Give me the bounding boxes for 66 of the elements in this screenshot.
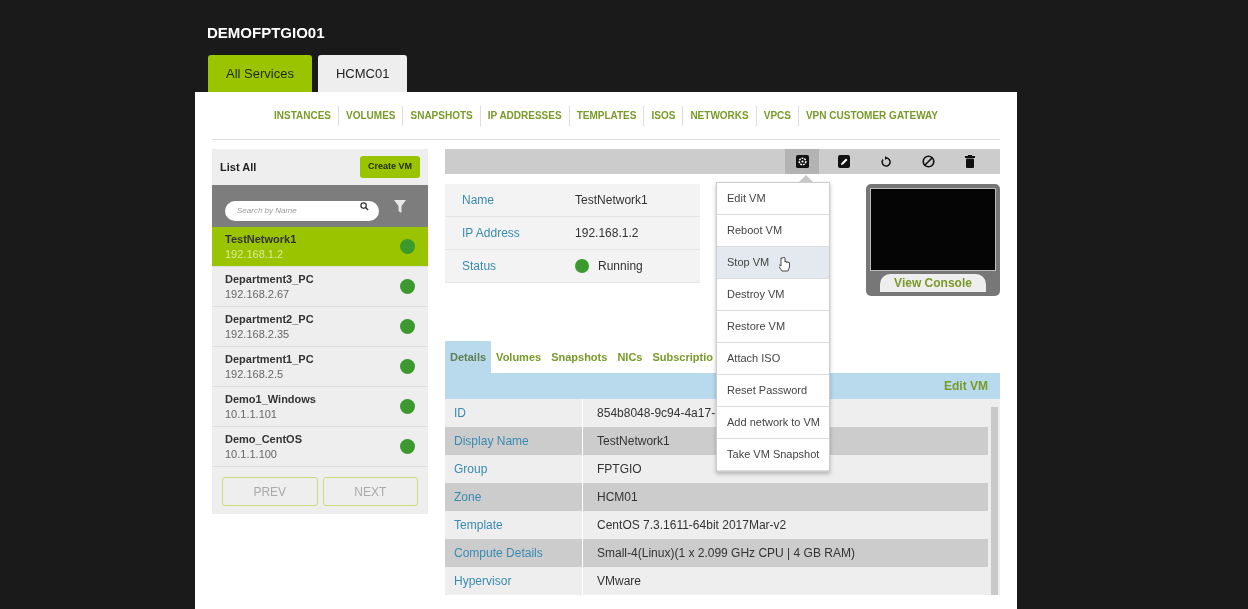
instance-ip: 192.168.2.67 [225,286,291,302]
summary-label: Name [461,192,496,209]
nav-link[interactable]: VOLUMES [339,108,403,123]
search-field[interactable]: Search by Name [225,200,379,221]
search-icon [360,201,369,211]
detail-value: CentOS 7.3.1611-64bit 2017Mar-v2 [596,517,787,534]
reboot-icon [880,155,892,168]
detail-tab[interactable]: NICs [612,341,648,373]
detail-value: 854b8048-9c94-4a17- [596,405,716,422]
menu-item[interactable]: Destroy VM [717,279,830,311]
create-vm-button[interactable]: Create VM [360,156,421,178]
settings-icon [795,155,809,168]
detail-value: HCM01 [596,489,638,506]
menu-item[interactable]: Attach ISO [717,343,830,375]
instance-name: Department3_PC [225,271,314,287]
nav-link[interactable]: VPCS [756,108,798,123]
menu-item[interactable]: Take VM Snapshot [717,439,830,471]
instance-name: Demo_CentOS [225,431,303,447]
service-tab[interactable]: HCMC01 [317,55,408,92]
account-title: DEMOFPTGIO01 [206,23,326,43]
summary-value: TestNetwork1 [575,192,648,209]
trash-icon [965,155,975,168]
nav-link[interactable]: TEMPLATES [569,108,644,123]
menu-item[interactable]: Reset Password [717,375,830,407]
filter-icon[interactable] [394,199,406,213]
service-tab[interactable]: All Services [208,55,312,92]
instance-name: TestNetwork1 [225,231,297,247]
instance-ip: 10.1.1.100 [225,446,278,462]
detail-value: Small-4(Linux)(1 x 2.099 GHz CPU | 4 GB RAM) [596,545,855,562]
nav-link[interactable]: SNAPSHOTS [403,108,480,123]
view-console-label: View Console [880,274,986,292]
menu-item[interactable]: Reboot VM [717,215,830,247]
nav-link[interactable]: INSTANCES [267,108,339,123]
detail-value: FPTGIO [596,461,642,478]
detail-tab[interactable]: Subscriptio [647,341,718,373]
detail-label: Hypervisor [445,567,584,595]
nav-link[interactable]: NETWORKS [683,108,756,123]
menu-item[interactable]: Restore VM [717,311,830,343]
instance-name: Department2_PC [225,311,314,327]
detail-tab[interactable]: Volumes [491,341,547,373]
nav-link[interactable]: VPN CUSTOMER GATEWAY [798,108,945,123]
prohibited-icon [921,155,935,168]
scrollbar[interactable] [988,399,1000,595]
summary-label: Status [461,258,498,275]
instance-item[interactable]: TestNetwork1 192.168.1.2 [212,227,429,267]
detail-value: TestNetwork1 [596,433,670,450]
detail-tab[interactable]: Snapshots [546,341,613,373]
nav-link[interactable]: IP ADDRESSES [480,108,569,123]
list-title: List All [220,159,257,175]
instance-name: Demo1_Windows [225,391,316,407]
nav-link[interactable]: ISOS [644,108,683,123]
summary-value: Running [598,258,643,275]
toolbar-button[interactable] [785,149,819,174]
edit-icon [838,155,850,168]
instance-ip: 192.168.2.5 [225,366,285,382]
hand-cursor-icon [779,257,792,273]
instance-name: Department1_PC [225,351,314,367]
summary-value: 192.168.1.2 [575,225,639,242]
instance-ip: 192.168.1.2 [225,246,285,262]
menu-item[interactable]: Add network to VM [717,407,830,439]
menu-item[interactable]: Stop VM [717,247,830,279]
detail-value: VMware [596,573,642,590]
summary-label: IP Address [461,225,521,242]
instance-ip: 10.1.1.101 [225,406,278,422]
menu-item[interactable]: Edit VM [717,183,830,215]
instance-ip: 192.168.2.35 [225,326,291,342]
